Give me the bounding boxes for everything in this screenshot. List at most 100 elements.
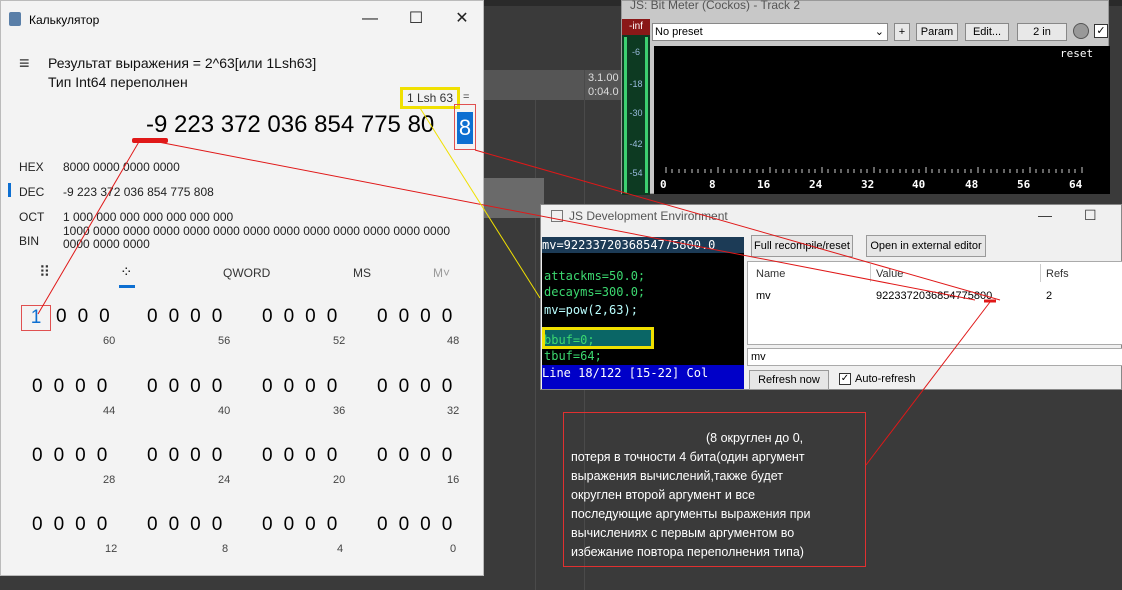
calculator-title: Калькулятор	[29, 13, 100, 27]
bit-group-row1-3[interactable]: 0000	[262, 306, 348, 328]
bit-group-row4-4[interactable]: 0000	[377, 514, 463, 536]
bit-toggle-selected-indicator	[119, 285, 135, 288]
bit-position-label: 0	[450, 543, 457, 555]
bit-group-row3-2[interactable]: 0000	[147, 445, 233, 467]
bit-position-label: 44	[103, 405, 116, 417]
bypass-checkbox[interactable]: ✓	[1094, 24, 1108, 38]
bit-position-label: 48	[447, 335, 460, 347]
variable-name-cell[interactable]: mv	[756, 290, 771, 302]
column-name-header[interactable]: Name	[756, 268, 785, 280]
expression-display: 1 Lsh 63	[400, 87, 460, 109]
bit-scale-ticks	[665, 167, 1083, 173]
preset-dropdown[interactable]: No preset ⌄	[652, 23, 888, 41]
bit-scale-label: 48	[965, 178, 979, 191]
column-divider	[870, 264, 871, 282]
note-line: выражения вычислений,также будет	[571, 469, 783, 483]
reset-button[interactable]: reset	[1060, 47, 1093, 60]
memory-view-button[interactable]: M˅	[433, 266, 450, 280]
bit-group-row2-3[interactable]: 0000	[262, 376, 348, 398]
maximize-button[interactable]: ☐	[1084, 207, 1097, 224]
annotation-note-box: (8 округлен до 0, потеря в точности 4 би…	[563, 412, 866, 567]
radix-bin-label[interactable]: BIN	[19, 234, 39, 248]
full-recompile-button[interactable]: Full recompile/reset	[751, 235, 853, 257]
preset-add-button[interactable]: +	[894, 23, 910, 41]
preset-value: No preset	[655, 26, 703, 38]
radix-dec-value: -9 223 372 036 854 775 808	[63, 185, 214, 199]
vu-level-bar-right	[645, 37, 648, 193]
bit-group-row2-2[interactable]: 0000	[147, 376, 233, 398]
bit-scale-label: 32	[861, 178, 875, 191]
hamburger-menu-icon[interactable]: ≡	[19, 53, 30, 74]
calculator-app-icon	[9, 12, 21, 26]
memory-store-button[interactable]: MS	[353, 266, 371, 280]
io-button[interactable]: 2 in	[1017, 23, 1067, 41]
bit-position-label: 40	[218, 405, 231, 417]
bit-position-label: 36	[333, 405, 346, 417]
bit-toggle-icon[interactable]: ⁘	[120, 263, 133, 281]
bit-group-row4-2[interactable]: 0000	[147, 514, 233, 536]
edit-button[interactable]: Edit...	[965, 23, 1009, 41]
vu-level-bar-left	[624, 37, 627, 193]
bit-group-row3-4[interactable]: 0000	[377, 445, 463, 467]
daw-timeline[interactable]: 3.1.00 0:04.0	[484, 70, 624, 100]
column-refs-header[interactable]: Refs	[1046, 268, 1069, 280]
bit-position-label: 24	[218, 474, 231, 486]
bit-group-row1-4[interactable]: 0000	[377, 306, 463, 328]
vu-peak-label: -inf	[622, 19, 650, 35]
code-line: tbuf=64;	[544, 349, 602, 363]
code-line: bbuf=0;	[544, 333, 595, 347]
code-header-line: mv=9223372036854775800.0	[542, 237, 744, 253]
bit-group-row3-1[interactable]: 0000	[32, 445, 118, 467]
note-line: вычислениях с первым аргументом во	[571, 526, 795, 540]
bit-63-toggle[interactable]: 1	[21, 305, 51, 331]
daw-time-bars: 3.1.00	[588, 72, 619, 84]
daw-track-item[interactable]	[484, 178, 544, 218]
open-external-editor-button[interactable]: Open in external editor	[866, 235, 986, 257]
note-line: избежание повтора переполнения типа)	[571, 545, 804, 559]
column-divider	[1040, 264, 1041, 282]
bit-position-label: 12	[105, 543, 118, 555]
expression-equals: =	[463, 91, 470, 103]
bit-group-row2-4[interactable]: 0000	[377, 376, 463, 398]
variable-refs-cell[interactable]: 2	[1046, 290, 1052, 302]
radix-oct-label[interactable]: OCT	[19, 210, 44, 224]
close-button[interactable]: ✕	[439, 5, 485, 33]
bit-position-label: 4	[337, 543, 344, 555]
bit-group-row1-2[interactable]: 0000	[147, 306, 233, 328]
refresh-now-button[interactable]: Refresh now	[749, 370, 829, 390]
variable-filter-input[interactable]: mv	[747, 348, 1122, 366]
bit-scale-label: 0	[660, 178, 667, 191]
bit-meter-window: JS: Bit Meter (Cockos) - Track 2 -inf -6…	[621, 0, 1110, 195]
bit-scale-label: 64	[1069, 178, 1083, 191]
bit-group-row4-1[interactable]: 0000	[32, 514, 118, 536]
note-line: округлен второй аргумент и все	[571, 488, 756, 502]
note-line: потеря в точности 4 бита(один аргумент	[571, 450, 805, 464]
auto-refresh-checkbox[interactable]: ✓	[839, 373, 851, 385]
bit-scale-label: 8	[709, 178, 716, 191]
js-dev-window: JS Development Environment — ☐ mv=922337…	[540, 204, 1122, 390]
radix-hex-label[interactable]: HEX	[19, 160, 44, 174]
bit-group-row1-1[interactable]: 000	[56, 306, 121, 328]
js-dev-title: JS Development Environment	[569, 209, 728, 223]
wet-knob-icon[interactable]	[1073, 23, 1089, 39]
word-size-button[interactable]: QWORD	[223, 266, 270, 280]
bit-position-label: 16	[447, 474, 460, 486]
minimize-button[interactable]: —	[347, 5, 393, 33]
code-editor[interactable]: mv=9223372036854775800.0 attackms=50.0; …	[542, 237, 744, 365]
bit-scale-label: 56	[1017, 178, 1031, 191]
bit-group-row3-3[interactable]: 0000	[262, 445, 348, 467]
maximize-button[interactable]: ☐	[393, 5, 439, 33]
minimize-button[interactable]: —	[1038, 207, 1052, 223]
param-button[interactable]: Param	[916, 23, 958, 41]
bit-position-label: 52	[333, 335, 346, 347]
note-line: последующие аргументы выражения при	[571, 507, 811, 521]
bit-group-row2-1[interactable]: 0000	[32, 376, 118, 398]
keypad-icon[interactable]: ⠿	[39, 263, 50, 281]
code-line-mv: mv=pow(2,63);	[544, 303, 638, 317]
column-value-header[interactable]: Value	[876, 268, 903, 280]
bit-group-row4-3[interactable]: 0000	[262, 514, 348, 536]
bit-meter-title: JS: Bit Meter (Cockos) - Track 2	[630, 0, 801, 12]
variable-value-cell[interactable]: 9223372036854775800	[876, 290, 992, 302]
chevron-down-icon: ⌄	[874, 26, 884, 38]
radix-dec-label[interactable]: DEC	[19, 185, 44, 199]
